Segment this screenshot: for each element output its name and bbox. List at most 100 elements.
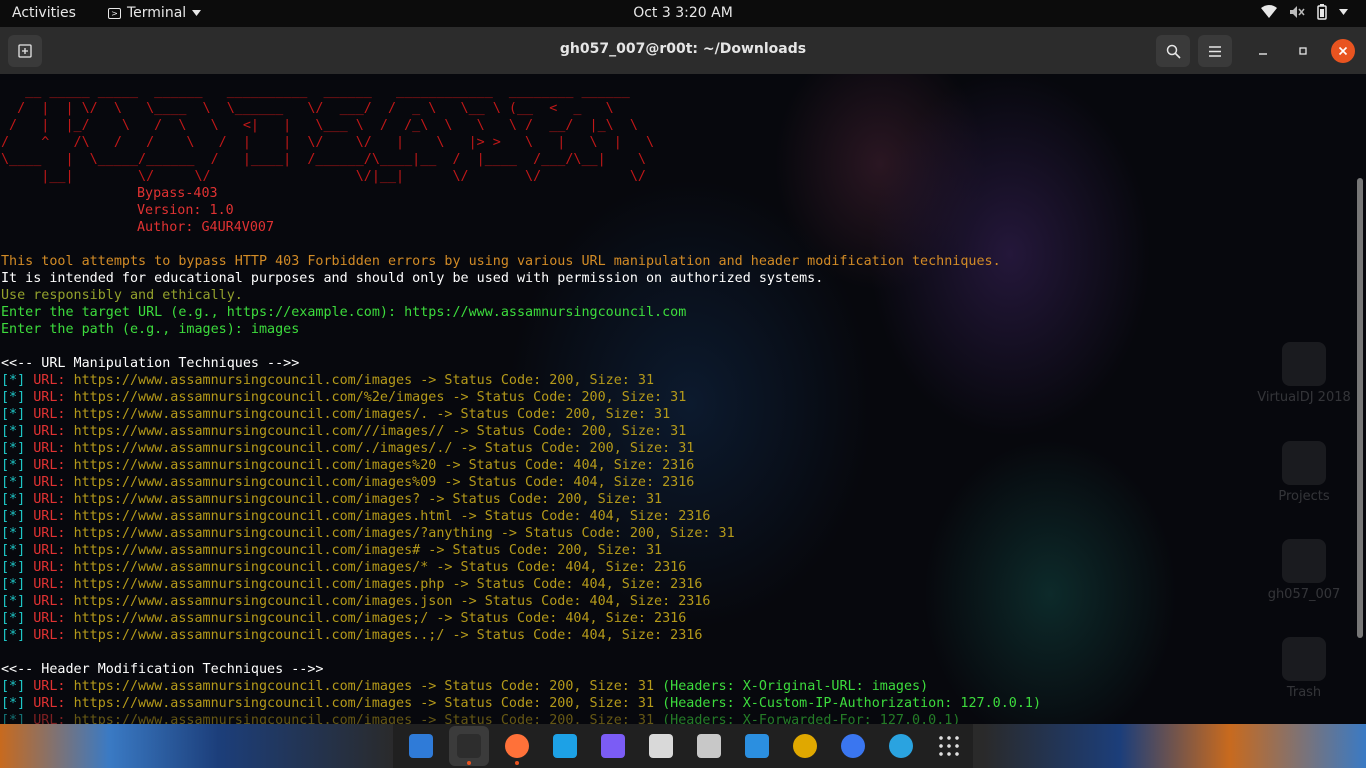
url-label: URL:: [25, 475, 74, 490]
result-url: https://www.assamnursingcouncil.com/imag…: [73, 543, 421, 558]
result-url: https://www.assamnursingcouncil.com/imag…: [73, 526, 493, 541]
result-status: -> Status Code: 404, Size: 2316: [428, 560, 687, 575]
url-label: URL:: [25, 679, 74, 694]
show-apps-icon: [937, 734, 961, 758]
result-url: https://www.assamnursingcouncil.com/imag…: [73, 696, 413, 711]
responsible-line: Use responsibly and ethically.: [1, 288, 243, 303]
result-url: https://www.assamnursingcouncil.com/imag…: [73, 373, 413, 388]
desktop-icon-projects[interactable]: Projects: [1249, 441, 1359, 504]
result-line: [*] URL: https://www.assamnursingcouncil…: [1, 440, 1041, 457]
bolt-app-icon: [553, 734, 577, 758]
app-menu[interactable]: > Terminal: [108, 5, 202, 21]
url-label: URL:: [25, 458, 74, 473]
desktop-icon-label: Trash: [1286, 685, 1322, 700]
dock-item-files[interactable]: [641, 726, 681, 766]
new-tab-button[interactable]: [8, 35, 42, 67]
url-label: URL:: [25, 543, 74, 558]
terminal-icon: [457, 734, 481, 758]
result-status: -> Status Code: 200, Size: 31: [420, 492, 663, 507]
dock-item-settings[interactable]: [689, 726, 729, 766]
result-status: -> Status Code: 404, Size: 2316: [436, 458, 695, 473]
result-line: [*] URL: https://www.assamnursingcouncil…: [1, 627, 1041, 644]
hamburger-menu-button[interactable]: [1198, 35, 1232, 67]
result-url: https://www.assamnursingcouncil.com/imag…: [73, 594, 453, 609]
result-marker: [*]: [1, 492, 26, 507]
dock-item-bolt-purple[interactable]: [593, 726, 633, 766]
result-url: https://www.assamnursingcouncil.com/imag…: [73, 577, 445, 592]
tool-version: Version: 1.0: [137, 203, 234, 218]
result-line: [*] URL: https://www.assamnursingcouncil…: [1, 678, 1041, 695]
desktop-icon-label: Projects: [1278, 489, 1330, 504]
header-results-list: [*] URL: https://www.assamnursingcouncil…: [1, 678, 1041, 724]
prompt-path-line: Enter the path (e.g., images): images: [1, 322, 300, 337]
url-label: URL:: [25, 560, 74, 575]
top-bar: Activities > Terminal Oct 3 3:20 AM: [0, 0, 1366, 27]
dock-item-bolt-app[interactable]: [545, 726, 585, 766]
result-url: https://www.assamnursingcouncil.com/imag…: [73, 560, 429, 575]
result-status: -> Status Code: 200, Size: 31: [444, 424, 687, 439]
search-button[interactable]: [1156, 35, 1190, 67]
result-line: [*] URL: https://www.assamnursingcouncil…: [1, 389, 1041, 406]
result-line: [*] URL: https://www.assamnursingcouncil…: [1, 491, 1041, 508]
result-marker: [*]: [1, 458, 26, 473]
result-url: https://www.assamnursingcouncil.com/imag…: [73, 611, 429, 626]
hamburger-icon: [1209, 45, 1221, 57]
search-icon: [1166, 44, 1181, 59]
url-results-list: [*] URL: https://www.assamnursingcouncil…: [1, 372, 1041, 644]
battery-icon: [1317, 4, 1327, 20]
desktop-icon-virtualdj[interactable]: VirtualDJ 2018: [1249, 342, 1359, 405]
telegram-icon: [889, 734, 913, 758]
result-marker: [*]: [1, 577, 26, 592]
dock-item-telegram[interactable]: [881, 726, 921, 766]
dock-item-text-editor[interactable]: [401, 726, 441, 766]
restore-icon: [1299, 47, 1307, 55]
url-label: URL:: [25, 509, 74, 524]
dock-item-vscode[interactable]: [737, 726, 777, 766]
result-line: [*] URL: https://www.assamnursingcouncil…: [1, 542, 1041, 559]
chevron-down-icon: [192, 10, 202, 16]
result-status: -> Status Code: 200, Size: 31: [492, 526, 735, 541]
running-indicator: [515, 761, 519, 765]
minimize-button[interactable]: [1251, 39, 1275, 63]
close-icon: [1338, 46, 1348, 56]
dock-item-show-apps[interactable]: [929, 726, 969, 766]
folder-icon: [1282, 441, 1326, 485]
activities-button[interactable]: Activities: [12, 5, 76, 21]
system-tray[interactable]: [1261, 4, 1348, 20]
desktop-icon-trash[interactable]: Trash: [1249, 637, 1359, 700]
dock-item-firefox[interactable]: [497, 726, 537, 766]
result-marker: [*]: [1, 441, 26, 456]
result-status: -> Status Code: 404, Size: 2316: [452, 594, 711, 609]
dock-item-signal[interactable]: [833, 726, 873, 766]
clock[interactable]: Oct 3 3:20 AM: [633, 5, 733, 21]
tool-name: Bypass-403: [137, 186, 218, 201]
banner-line: __ _____ _____ ______ __________ ______ …: [1, 84, 630, 99]
url-label: URL:: [25, 390, 74, 405]
result-marker: [*]: [1, 509, 26, 524]
result-line: [*] URL: https://www.assamnursingcouncil…: [1, 610, 1041, 627]
result-marker: [*]: [1, 543, 26, 558]
url-label: URL:: [25, 407, 74, 422]
result-marker: [*]: [1, 424, 26, 439]
terminal-output-area[interactable]: VirtualDJ 2018 Projects gh057_007 Trash …: [0, 74, 1366, 724]
url-label: URL:: [25, 628, 74, 643]
result-marker: [*]: [1, 475, 26, 490]
window-title: gh057_007@r00t: ~/Downloads: [559, 41, 807, 57]
result-marker: [*]: [1, 713, 26, 724]
result-status: -> Status Code: 200, Size: 31: [412, 373, 655, 388]
restore-button[interactable]: [1291, 39, 1315, 63]
dock-item-virtualdj[interactable]: [785, 726, 825, 766]
power-menu-chevron-icon: [1339, 9, 1348, 15]
url-label: URL:: [25, 594, 74, 609]
result-url: https://www.assamnursingcouncil.com/%2e/…: [73, 390, 445, 405]
terminal-scrollbar[interactable]: [1357, 178, 1363, 638]
desktop-icon-home[interactable]: gh057_007: [1249, 539, 1359, 602]
result-url: https://www.assamnursingcouncil.com/imag…: [73, 407, 429, 422]
result-line: [*] URL: https://www.assamnursingcouncil…: [1, 474, 1041, 491]
close-button[interactable]: [1331, 39, 1355, 63]
result-status: -> Status Code: 200, Size: 31: [428, 407, 671, 422]
terminal-headerbar: gh057_007@r00t: ~/Downloads: [0, 27, 1366, 75]
dock-item-terminal[interactable]: [449, 726, 489, 766]
result-line: [*] URL: https://www.assamnursingcouncil…: [1, 576, 1041, 593]
volume-muted-icon: [1290, 6, 1305, 18]
